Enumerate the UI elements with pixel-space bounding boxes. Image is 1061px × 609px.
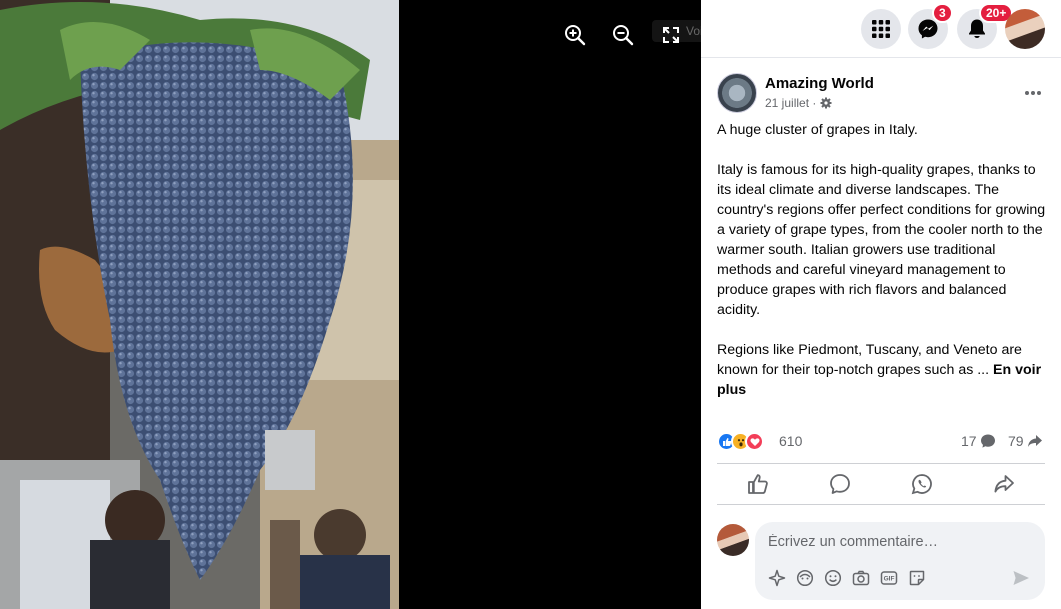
whatsapp-icon — [911, 474, 932, 495]
account-avatar-button[interactable] — [1005, 9, 1045, 49]
reactions-summary: 610 17 79 — [717, 431, 1047, 453]
shares-count-value: 79 — [1008, 433, 1024, 449]
avatar-face-icon — [796, 569, 813, 586]
post-photo-grapes[interactable] — [0, 0, 399, 609]
post-options-button[interactable] — [1019, 79, 1047, 107]
current-user-avatar[interactable] — [717, 524, 749, 556]
reactions-count[interactable]: 610 — [779, 433, 802, 449]
post-paragraph: Regions like Piedmont, Tuscany, and Vene… — [717, 340, 1047, 400]
post-date-text: 21 juillet · — [765, 96, 817, 110]
photo-button[interactable] — [851, 568, 870, 587]
comments-count[interactable]: 17 — [961, 433, 996, 449]
post-body-text: A huge cluster of grapes in Italy. Italy… — [717, 120, 1047, 420]
comment-tools: GIF — [767, 568, 926, 587]
post-date[interactable]: 21 juillet · — [765, 96, 832, 110]
emoji-icon — [824, 569, 841, 586]
emoji-button[interactable] — [823, 568, 842, 587]
sparkle-sticker-icon — [768, 569, 785, 586]
gif-button[interactable]: GIF — [879, 568, 898, 587]
comment-input[interactable] — [755, 528, 1045, 556]
send-icon — [1013, 571, 1029, 585]
sticker-icon — [909, 570, 924, 585]
comments-count-value: 17 — [961, 433, 977, 449]
messenger-button[interactable]: 3 — [908, 3, 953, 49]
photo-viewer: Voir plus actus — [0, 0, 701, 609]
post-header: Amazing World 21 juillet · — [717, 73, 1047, 117]
post-side-panel: 3 20+ Amazing World 21 juillet · A huge … — [701, 0, 1061, 609]
post-paragraph: A huge cluster of grapes in Italy. — [717, 122, 918, 138]
fullscreen-icon — [663, 27, 679, 43]
svg-text:GIF: GIF — [883, 575, 894, 582]
comment-icon — [830, 474, 850, 494]
reaction-icons[interactable] — [717, 432, 764, 451]
zoom-out-icon — [613, 25, 634, 46]
messenger-badge: 3 — [932, 3, 953, 23]
page-avatar[interactable] — [717, 73, 757, 113]
comment-bubble-icon — [980, 434, 995, 448]
grid-menu-icon — [872, 20, 890, 38]
share-arrow-icon — [1027, 435, 1042, 447]
page-name-link[interactable]: Amazing World — [765, 75, 874, 92]
comment-button[interactable] — [799, 464, 881, 504]
menu-button[interactable] — [861, 9, 901, 49]
gif-icon: GIF — [880, 570, 897, 585]
avatar-sticker-button[interactable] — [767, 568, 786, 587]
zoom-in-icon — [565, 25, 586, 46]
more-options-icon — [1025, 91, 1041, 95]
post-paragraph-text: Regions like Piedmont, Tuscany, and Vene… — [717, 342, 1022, 378]
comment-composer: GIF — [717, 522, 1047, 600]
sticker-button[interactable] — [907, 568, 926, 587]
post-actions-bar — [717, 463, 1045, 505]
thumbs-up-icon — [748, 474, 768, 494]
share-button[interactable] — [963, 464, 1045, 504]
comment-box: GIF — [755, 522, 1045, 600]
post-paragraph: Italy is famous for its high-quality gra… — [717, 162, 1046, 318]
fullscreen-button[interactable] — [654, 18, 688, 52]
share-icon — [994, 475, 1014, 493]
zoom-out-button[interactable] — [606, 18, 640, 52]
whatsapp-share-button[interactable] — [881, 464, 963, 504]
gear-icon — [820, 97, 832, 109]
grapes-photo-illustration — [0, 0, 399, 609]
notifications-button[interactable]: 20+ — [957, 3, 1014, 49]
avatar-button[interactable] — [795, 568, 814, 587]
like-button[interactable] — [717, 464, 799, 504]
camera-icon — [852, 570, 869, 585]
top-navigation-bar: 3 20+ — [701, 0, 1061, 58]
zoom-in-button[interactable] — [558, 18, 592, 52]
shares-count[interactable]: 79 — [1008, 433, 1043, 449]
send-comment-button[interactable] — [1011, 568, 1031, 588]
love-reaction-icon — [745, 432, 764, 451]
